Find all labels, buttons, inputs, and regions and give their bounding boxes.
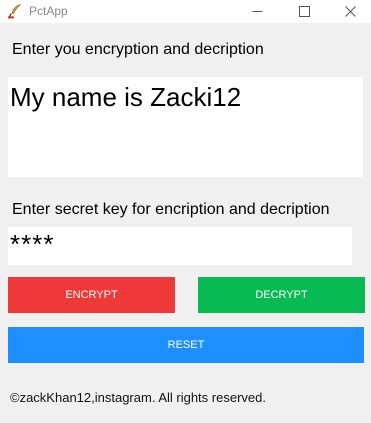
minimize-icon [252, 11, 263, 12]
message-label: Enter you encryption and decription [12, 41, 264, 58]
maximize-button[interactable] [281, 0, 327, 23]
decrypt-button[interactable]: DECRYPT [198, 277, 365, 313]
feather-pen-icon [7, 3, 23, 19]
secret-key-input[interactable]: **** [8, 227, 352, 265]
close-icon [345, 6, 356, 17]
secret-key-label: Enter secret key for encription and decr… [12, 201, 330, 218]
encrypt-button[interactable]: ENCRYPT [8, 277, 175, 313]
reset-button[interactable]: RESET [8, 327, 364, 363]
title-bar: PctApp [0, 0, 371, 23]
maximize-icon [299, 6, 310, 17]
copyright-footer: ©zackKhan12,instagram. All rights reserv… [10, 390, 266, 405]
close-button[interactable] [327, 0, 371, 23]
minimize-button[interactable] [234, 0, 280, 23]
message-textarea[interactable]: My name is Zacki12 [8, 77, 363, 177]
app-title: PctApp [29, 4, 68, 18]
